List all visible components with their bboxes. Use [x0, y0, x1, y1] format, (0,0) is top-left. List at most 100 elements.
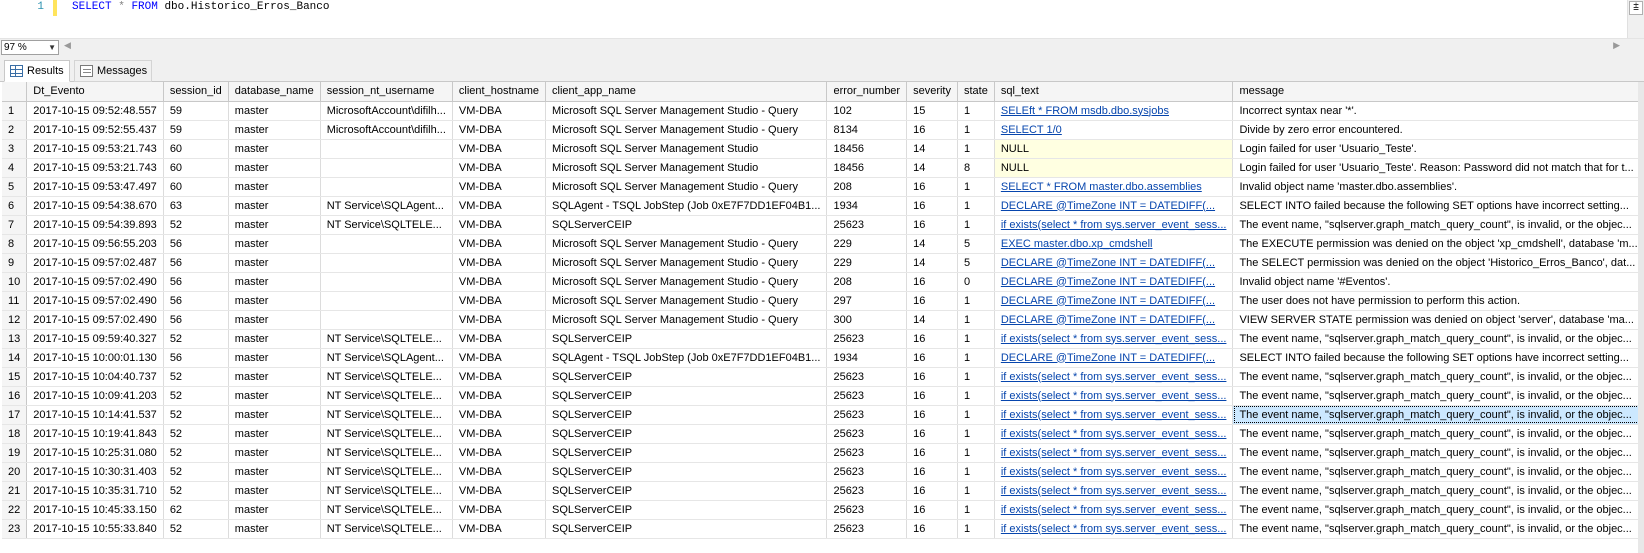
grid-cell[interactable]: 208	[826, 272, 908, 292]
grid-cell[interactable]: SQLAgent - TSQL JobStep (Job 0xE7F7DD1EF…	[545, 348, 828, 368]
grid-cell[interactable]: master	[228, 196, 321, 216]
column-header-state[interactable]: state	[957, 82, 995, 102]
tab-messages[interactable]: Messages	[74, 60, 152, 82]
sql-text-cell[interactable]: if exists(select * from sys.server_event…	[994, 329, 1234, 349]
grid-cell[interactable]: 25623	[826, 443, 908, 463]
grid-cell[interactable]: NT Service\SQLAgent...	[320, 348, 453, 368]
grid-cell[interactable]: 25623	[826, 481, 908, 501]
grid-cell[interactable]: 25623	[826, 215, 908, 235]
grid-cell[interactable]: 1	[957, 386, 995, 406]
grid-cell[interactable]: master	[228, 215, 321, 235]
grid-cell[interactable]	[320, 291, 453, 311]
grid-cell[interactable]: VM-DBA	[452, 158, 547, 178]
scroll-right-icon[interactable]: ▶	[1613, 40, 1620, 51]
row-number[interactable]: 15	[2, 367, 28, 387]
grid-cell[interactable]: 2017-10-15 09:53:21.743	[26, 139, 164, 159]
grid-cell[interactable]: SQLServerCEIP	[545, 424, 828, 444]
grid-cell[interactable]: 2017-10-15 10:04:40.737	[26, 367, 164, 387]
table-row[interactable]: 7 2017-10-15 09:54:39.893 52 master NT Servi…	[2, 215, 1644, 235]
grid-cell[interactable]: master	[228, 139, 321, 159]
message-cell[interactable]: Divide by zero error encountered.	[1232, 120, 1644, 140]
table-row[interactable]: 22 2017-10-15 10:45:33.150 62 master NT Serv…	[2, 500, 1644, 520]
scroll-left-icon[interactable]: ◀	[64, 40, 71, 51]
grid-cell[interactable]: VM-DBA	[452, 424, 547, 444]
grid-cell[interactable]: 2017-10-15 09:53:47.497	[26, 177, 164, 197]
column-header-session-id[interactable]: session_id	[163, 82, 229, 102]
grid-cell[interactable]: VM-DBA	[452, 120, 547, 140]
grid-cell[interactable]: 52	[163, 367, 229, 387]
grid-cell[interactable]: master	[228, 177, 321, 197]
grid-cell[interactable]: 16	[906, 405, 958, 425]
row-number[interactable]: 10	[2, 272, 28, 292]
grid-cell[interactable]: 25623	[826, 519, 908, 539]
grid-cell[interactable]	[320, 253, 453, 273]
grid-cell[interactable]: Microsoft SQL Server Management Studio -…	[545, 234, 828, 254]
table-row[interactable]: 18 2017-10-15 10:19:41.843 52 master NT Serv…	[2, 424, 1644, 444]
grid-cell[interactable]: SQLServerCEIP	[545, 462, 828, 482]
grid-cell[interactable]: 59	[163, 101, 229, 121]
grid-cell[interactable]: VM-DBA	[452, 253, 547, 273]
grid-cell[interactable]: 5	[957, 253, 995, 273]
editor-scrollbar[interactable]: ⩲	[1627, 0, 1644, 38]
sql-text-cell[interactable]: if exists(select * from sys.server_event…	[994, 386, 1234, 406]
grid-cell[interactable]: 56	[163, 348, 229, 368]
grid-cell[interactable]: 1	[957, 443, 995, 463]
grid-cell[interactable]: 8	[957, 158, 995, 178]
grid-cell[interactable]: VM-DBA	[452, 177, 547, 197]
grid-cell[interactable]: 1	[957, 196, 995, 216]
grid-cell[interactable]: master	[228, 443, 321, 463]
sql-text-cell[interactable]: DECLARE @TimeZone INT = DATEDIFF(...	[994, 291, 1234, 311]
grid-cell[interactable]: 2017-10-15 10:19:41.843	[26, 424, 164, 444]
grid-cell[interactable]: NT Service\SQLTELE...	[320, 462, 453, 482]
grid-cell[interactable]: VM-DBA	[452, 500, 547, 520]
grid-cell[interactable]: 1934	[826, 196, 908, 216]
grid-cell[interactable]: VM-DBA	[452, 519, 547, 539]
grid-cell[interactable]: master	[228, 234, 321, 254]
grid-cell[interactable]: 52	[163, 519, 229, 539]
row-number[interactable]: 6	[2, 196, 28, 216]
grid-cell[interactable]: 52	[163, 424, 229, 444]
grid-cell[interactable]: 16	[906, 500, 958, 520]
grid-cell[interactable]: 8134	[826, 120, 908, 140]
sql-text-cell[interactable]: if exists(select * from sys.server_event…	[994, 424, 1234, 444]
column-header-sql-text[interactable]: sql_text	[994, 82, 1234, 102]
grid-cell[interactable]: 5	[957, 234, 995, 254]
grid-cell[interactable]: NT Service\SQLTELE...	[320, 386, 453, 406]
message-cell[interactable]: The event name, "sqlserver.graph_match_q…	[1232, 405, 1644, 425]
row-number[interactable]: 17	[2, 405, 28, 425]
grid-cell[interactable]: VM-DBA	[452, 386, 547, 406]
grid-cell[interactable]: Microsoft SQL Server Management Studio -…	[545, 101, 828, 121]
grid-cell[interactable]: 25623	[826, 424, 908, 444]
grid-cell[interactable]: 52	[163, 462, 229, 482]
grid-cell[interactable]: 1	[957, 310, 995, 330]
message-cell[interactable]: The event name, "sqlserver.graph_match_q…	[1232, 329, 1644, 349]
grid-cell[interactable]: 1	[957, 424, 995, 444]
query-editor[interactable]: 1 SELECT * FROM dbo.Historico_Erros_Banc…	[0, 0, 1644, 38]
grid-cell[interactable]: 300	[826, 310, 908, 330]
grid-cell[interactable]: 56	[163, 310, 229, 330]
grid-cell[interactable]: 56	[163, 272, 229, 292]
sql-text-cell[interactable]: if exists(select * from sys.server_event…	[994, 215, 1234, 235]
grid-cell[interactable]: 56	[163, 291, 229, 311]
row-number[interactable]: 18	[2, 424, 28, 444]
grid-cell[interactable]: NT Service\SQLTELE...	[320, 443, 453, 463]
split-editor-icon[interactable]: ⩲	[1629, 1, 1643, 15]
message-cell[interactable]: The EXECUTE permission was denied on the…	[1232, 234, 1644, 254]
sql-text-cell[interactable]: NULL	[994, 158, 1234, 178]
grid-cell[interactable]: 2017-10-15 09:57:02.490	[26, 310, 164, 330]
grid-cell[interactable]: 52	[163, 329, 229, 349]
grid-cell[interactable]: 52	[163, 386, 229, 406]
grid-cell[interactable]: master	[228, 424, 321, 444]
message-cell[interactable]: The event name, "sqlserver.graph_match_q…	[1232, 215, 1644, 235]
grid-cell[interactable]: VM-DBA	[452, 215, 547, 235]
grid-cell[interactable]: master	[228, 101, 321, 121]
row-number[interactable]: 13	[2, 329, 28, 349]
grid-cell[interactable]: 1	[957, 348, 995, 368]
column-header-client-app-name[interactable]: client_app_name	[545, 82, 828, 102]
grid-cell[interactable]: master	[228, 310, 321, 330]
table-row[interactable]: 10 2017-10-15 09:57:02.490 56 master VM-DBA M…	[2, 272, 1644, 292]
sql-text-cell[interactable]: if exists(select * from sys.server_event…	[994, 462, 1234, 482]
grid-cell[interactable]: SQLServerCEIP	[545, 215, 828, 235]
sql-text-cell[interactable]: if exists(select * from sys.server_event…	[994, 367, 1234, 387]
grid-cell[interactable]: 1934	[826, 348, 908, 368]
